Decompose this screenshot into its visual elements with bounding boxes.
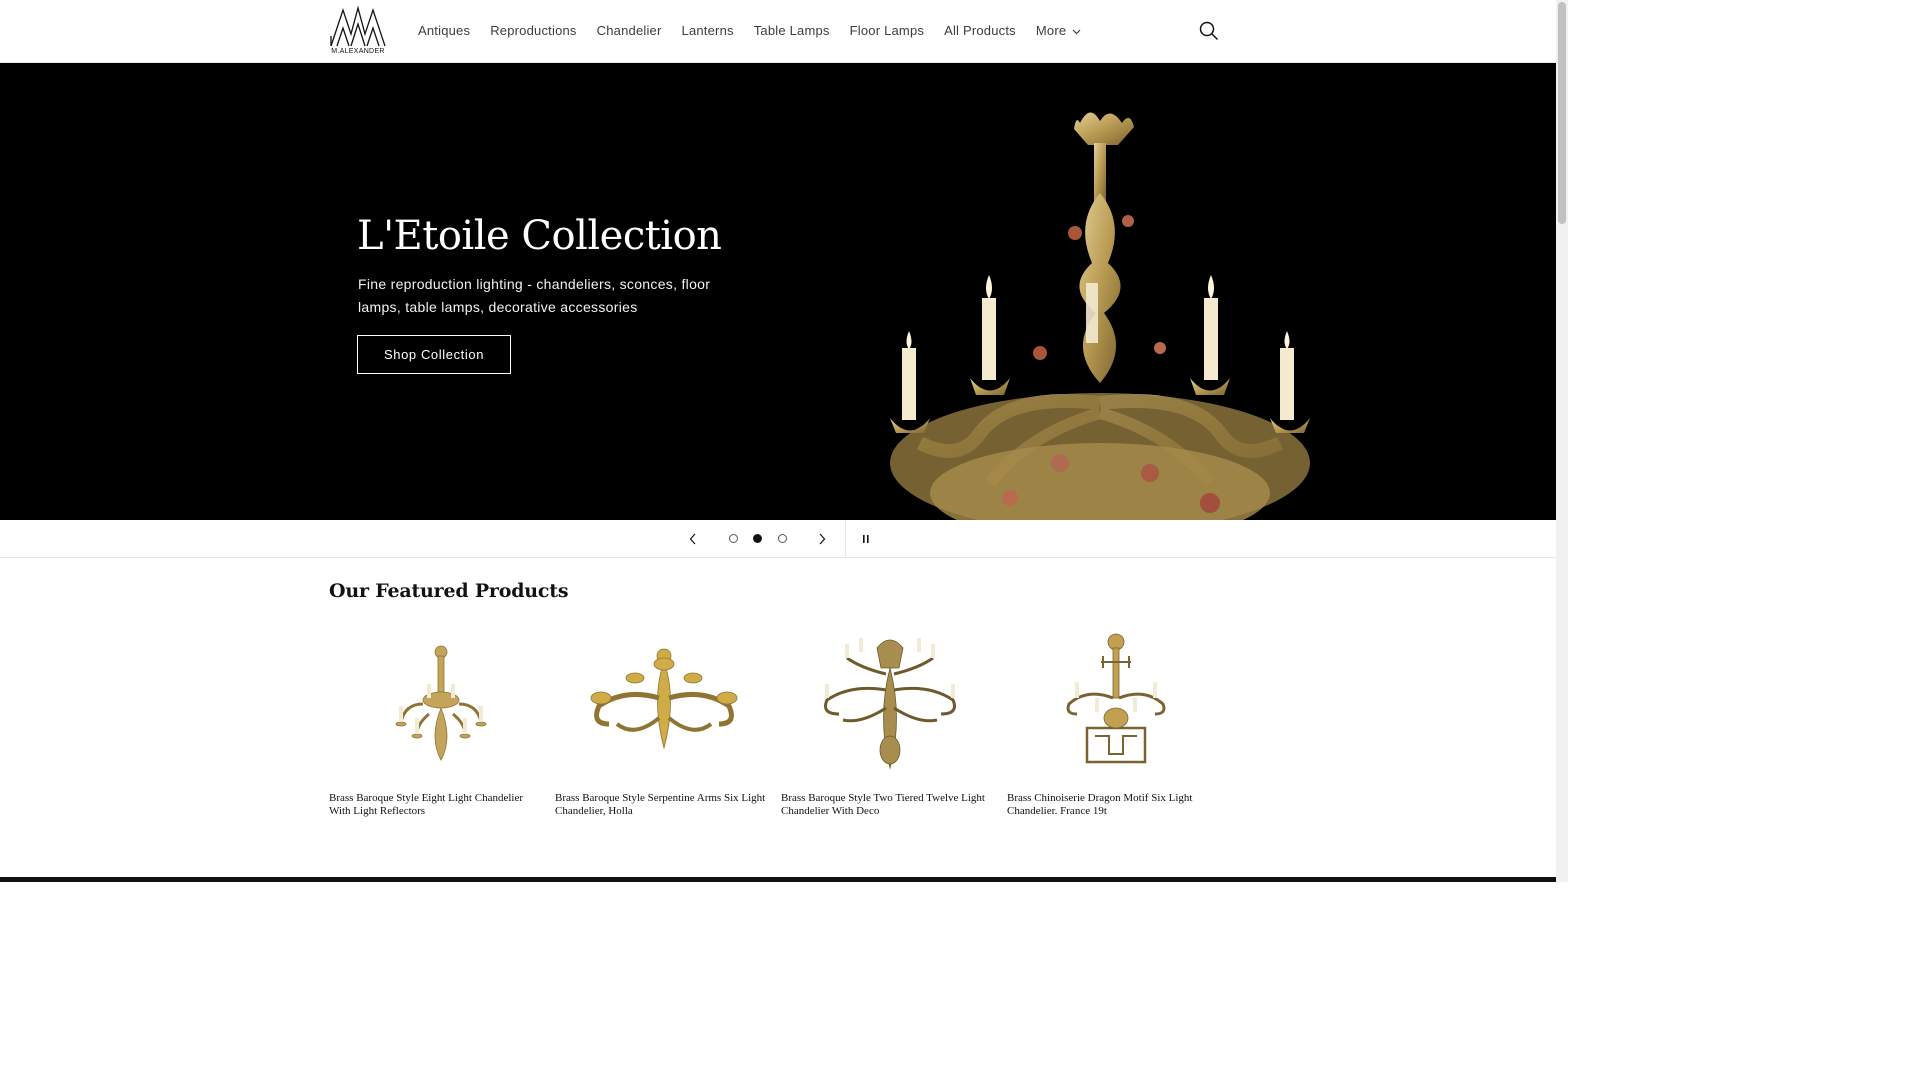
product-image — [781, 628, 999, 778]
main-nav: Antiques Reproductions Chandelier Lanter… — [408, 0, 1091, 62]
nav-item-floor-lamps[interactable]: Floor Lamps — [840, 0, 934, 62]
shop-collection-button[interactable]: Shop Collection — [357, 335, 511, 374]
product-image — [1007, 628, 1225, 778]
nav-item-more[interactable]: More — [1026, 0, 1091, 62]
product-card[interactable]: Brass Baroque Style Serpentine Arms Six … — [555, 628, 773, 818]
pause-icon[interactable] — [856, 529, 876, 549]
hero-subtitle: Fine reproduction lighting - chandeliers… — [358, 276, 711, 315]
product-name: Brass Chinoiserie Dragon Motif Six Light… — [1007, 792, 1193, 817]
site-header: M.ALEXANDER Antiques Reproductions Chand… — [0, 0, 1556, 63]
nav-item-antiques[interactable]: Antiques — [408, 0, 480, 62]
nav-item-chandelier[interactable]: Chandelier — [587, 0, 672, 62]
nav-item-table-lamps[interactable]: Table Lamps — [744, 0, 840, 62]
controls-divider — [845, 520, 846, 558]
product-name: Brass Baroque Style Two Tiered Twelve Li… — [781, 792, 985, 817]
product-image — [555, 628, 773, 778]
slideshow-controls — [0, 520, 1556, 558]
search-icon[interactable] — [1198, 20, 1220, 42]
hero-title: L'Etoile Collection — [357, 213, 722, 259]
hero-chandelier-image — [890, 112, 1310, 520]
logo-text: M.ALEXANDER — [331, 48, 385, 55]
page-scrollbar[interactable] — [1556, 0, 1568, 882]
nav-item-reproductions[interactable]: Reproductions — [480, 0, 586, 62]
hero-slideshow: L'Etoile Collection Fine reproduction li… — [0, 63, 1556, 520]
chevron-down-icon — [1072, 0, 1081, 62]
slide-dot-2[interactable] — [753, 534, 762, 543]
slide-dot-3[interactable] — [778, 534, 787, 543]
product-name: Brass Baroque Style Serpentine Arms Six … — [555, 792, 766, 817]
slide-dot-1[interactable] — [729, 534, 738, 543]
featured-products-title: Our Featured Products — [329, 580, 569, 602]
product-card[interactable]: Brass Baroque Style Two Tiered Twelve Li… — [781, 628, 999, 818]
nav-item-lanterns[interactable]: Lanterns — [672, 0, 744, 62]
nav-item-all-products[interactable]: All Products — [934, 0, 1026, 62]
chevron-left-icon[interactable] — [683, 529, 703, 549]
brand-logo[interactable]: M.ALEXANDER — [329, 6, 387, 58]
footer-edge — [0, 877, 1556, 882]
nav-more-label: More — [1035, 23, 1067, 38]
scrollbar-thumb[interactable] — [1558, 2, 1566, 224]
product-image — [329, 628, 547, 778]
product-card[interactable]: Brass Baroque Style Eight Light Chandeli… — [329, 628, 547, 818]
chevron-right-icon[interactable] — [812, 529, 832, 549]
product-name: Brass Baroque Style Eight Light Chandeli… — [329, 792, 523, 817]
product-card[interactable]: Brass Chinoiserie Dragon Motif Six Light… — [1007, 628, 1225, 818]
logo-mark-icon — [330, 6, 386, 47]
